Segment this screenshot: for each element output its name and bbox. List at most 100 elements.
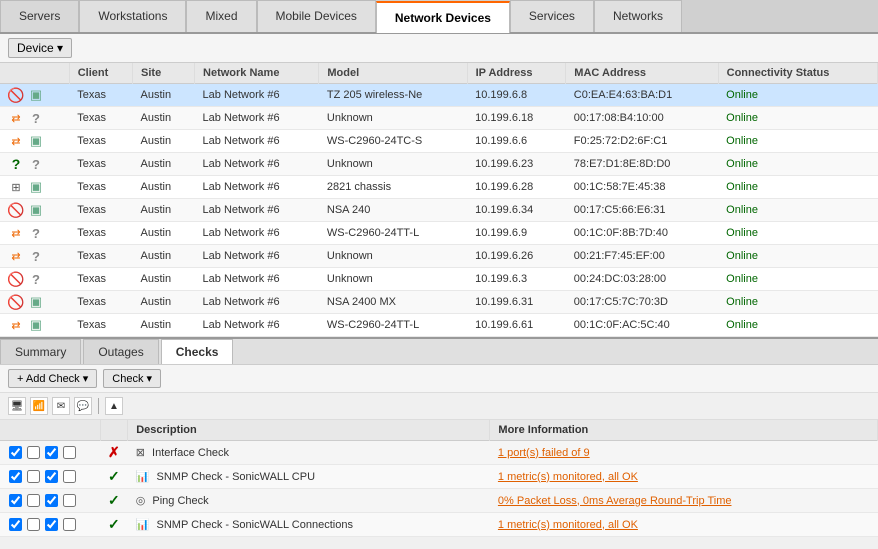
cube-icon: ▣ (28, 133, 44, 149)
check-cb-3[interactable] (63, 470, 76, 483)
check-cb-0[interactable] (9, 518, 22, 531)
checks-desc-cell: 📊 SNMP Check - SonicWALL CPU (128, 465, 490, 489)
site-cell: Austin (133, 153, 195, 176)
network-cell: Lab Network #6 (195, 291, 319, 314)
table-row[interactable]: ⇄ ? Texas Austin Lab Network #6 WS-C2960… (0, 222, 878, 245)
check-cb-0[interactable] (9, 494, 22, 507)
ban-icon: 🚫 (8, 294, 24, 310)
snmp-check-icon: 📊 (136, 471, 150, 483)
check-cb-3[interactable] (63, 446, 76, 459)
check-button[interactable]: Check ▾ (103, 369, 161, 388)
status-cell: Online (718, 291, 877, 314)
devices-table: Client Site Network Name Model IP Addres… (0, 63, 878, 337)
ip-cell: 10.199.6.31 (467, 291, 566, 314)
tab-servers[interactable]: Servers (0, 0, 79, 32)
checks-info-cell[interactable]: 0% Packet Loss, 0ms Average Round-Trip T… (490, 489, 878, 513)
tab-mobile-devices[interactable]: Mobile Devices (257, 0, 376, 32)
bottom-tab-outages[interactable]: Outages (83, 339, 158, 364)
main-toolbar: Device ▾ (0, 34, 878, 63)
ping-check-icon: ◎ (136, 495, 146, 507)
ip-cell: 10.199.6.23 (467, 153, 566, 176)
checks-row[interactable]: ✓ 📊 SNMP Check - SonicWALL Connections 1… (0, 513, 878, 537)
table-row[interactable]: 🚫 ▣ Texas Austin Lab Network #6 NSA 240 … (0, 199, 878, 222)
check-more-info[interactable]: 1 metric(s) monitored, all OK (498, 519, 638, 531)
status-cell: Online (718, 84, 877, 107)
icon-cell: ? ? (0, 153, 69, 176)
check-cb-3[interactable] (63, 518, 76, 531)
network-cell: Lab Network #6 (195, 245, 319, 268)
tab-workstations[interactable]: Workstations (79, 0, 186, 32)
table-row[interactable]: ⇄ ? Texas Austin Lab Network #6 Unknown … (0, 107, 878, 130)
table-row[interactable]: 🚫 ? Texas Austin Lab Network #6 Unknown … (0, 268, 878, 291)
check-cb-0[interactable] (9, 446, 22, 459)
checks-row[interactable]: ✓ ◎ Ping Check 0% Packet Loss, 0ms Avera… (0, 489, 878, 513)
check-cb-1[interactable] (27, 494, 40, 507)
status-cell: Online (718, 130, 877, 153)
tab-network-devices[interactable]: Network Devices (376, 1, 510, 33)
checks-row[interactable]: ✓ 📊 SNMP Check - SonicWALL CPU 1 metric(… (0, 465, 878, 489)
mail-icon[interactable]: ✉ (52, 397, 70, 415)
checks-desc-cell: ⊠ Interface Check (128, 441, 490, 465)
add-check-button[interactable]: + Add Check ▾ (8, 369, 97, 388)
device-dropdown-button[interactable]: Device ▾ (8, 38, 72, 58)
status-cell: Online (718, 268, 877, 291)
table-row[interactable]: ⇄ ▣ Texas Austin Lab Network #6 WS-C2960… (0, 130, 878, 153)
arrow-icon: ⇄ (8, 110, 24, 126)
check-more-info[interactable]: 1 metric(s) monitored, all OK (498, 471, 638, 483)
table-row[interactable]: 🚫 ▣ Texas Austin Lab Network #6 NSA 2400… (0, 291, 878, 314)
check-cb-0[interactable] (9, 470, 22, 483)
sort-icon[interactable]: ▲ (105, 397, 123, 415)
table-row[interactable]: ⇄ ▣ Texas Austin Lab Network #6 WS-C2960… (0, 314, 878, 337)
mac-cell: 00:24:DC:03:28:00 (566, 268, 718, 291)
bottom-tab-checks[interactable]: Checks (161, 339, 234, 364)
checks-cb-cell (0, 489, 100, 513)
check-more-info[interactable]: 0% Packet Loss, 0ms Average Round-Trip T… (498, 495, 732, 507)
check-cb-2[interactable] (45, 494, 58, 507)
tab-services[interactable]: Services (510, 0, 594, 32)
client-cell: Texas (69, 107, 132, 130)
bottom-tab-summary[interactable]: Summary (0, 339, 81, 364)
check-cb-1[interactable] (27, 518, 40, 531)
col-client: Client (69, 63, 132, 84)
checks-info-cell[interactable]: 1 metric(s) monitored, all OK (490, 465, 878, 489)
check-cb-1[interactable] (27, 446, 40, 459)
check-description: SNMP Check - SonicWALL CPU (157, 471, 316, 483)
checks-row[interactable]: ✗ ⊠ Interface Check 1 port(s) failed of … (0, 441, 878, 465)
checks-info-cell[interactable]: 1 port(s) failed of 9 (490, 441, 878, 465)
checks-col-info: More Information (490, 420, 878, 441)
table-row[interactable]: ? ? Texas Austin Lab Network #6 Unknown … (0, 153, 878, 176)
status-ok-icon: ✓ (108, 516, 120, 532)
status-ok-icon: ✓ (108, 468, 120, 484)
status-cell: Online (718, 107, 877, 130)
icon-cell: ⇄ ▣ (0, 130, 69, 153)
check-more-info[interactable]: 1 port(s) failed of 9 (498, 447, 590, 459)
mac-cell: 00:21:F7:45:EF:00 (566, 245, 718, 268)
checks-desc-cell: ◎ Ping Check (128, 489, 490, 513)
checks-cb-cell (0, 465, 100, 489)
bottom-panel: Summary Outages Checks + Add Check ▾ Che… (0, 337, 878, 537)
wifi-icon[interactable]: 📶 (30, 397, 48, 415)
check-cb-1[interactable] (27, 470, 40, 483)
mac-cell: 00:17:C5:66:E6:31 (566, 199, 718, 222)
status-ok-icon: ✓ (108, 492, 120, 508)
monitor-icon[interactable]: 🖥 (8, 397, 26, 415)
checks-status-cell: ✗ (100, 441, 128, 465)
tab-mixed[interactable]: Mixed (186, 0, 256, 32)
ip-cell: 10.199.6.61 (467, 314, 566, 337)
tab-networks[interactable]: Networks (594, 0, 682, 32)
check-cb-2[interactable] (45, 470, 58, 483)
table-row[interactable]: 🚫 ▣ Texas Austin Lab Network #6 TZ 205 w… (0, 84, 878, 107)
table-row[interactable]: ⊞ ▣ Texas Austin Lab Network #6 2821 cha… (0, 176, 878, 199)
checks-info-cell[interactable]: 1 metric(s) monitored, all OK (490, 513, 878, 537)
snmp-check-icon: 📊 (136, 519, 150, 531)
check-cb-2[interactable] (45, 446, 58, 459)
icon-cell: 🚫 ▣ (0, 199, 69, 222)
check-cb-2[interactable] (45, 518, 58, 531)
arrow-icon: ⇄ (8, 317, 24, 333)
check-description: Interface Check (152, 447, 229, 459)
checks-cb-cell (0, 441, 100, 465)
table-row[interactable]: ⇄ ? Texas Austin Lab Network #6 Unknown … (0, 245, 878, 268)
icon-cell: ⇄ ? (0, 107, 69, 130)
chat-icon[interactable]: 💬 (74, 397, 92, 415)
check-cb-3[interactable] (63, 494, 76, 507)
